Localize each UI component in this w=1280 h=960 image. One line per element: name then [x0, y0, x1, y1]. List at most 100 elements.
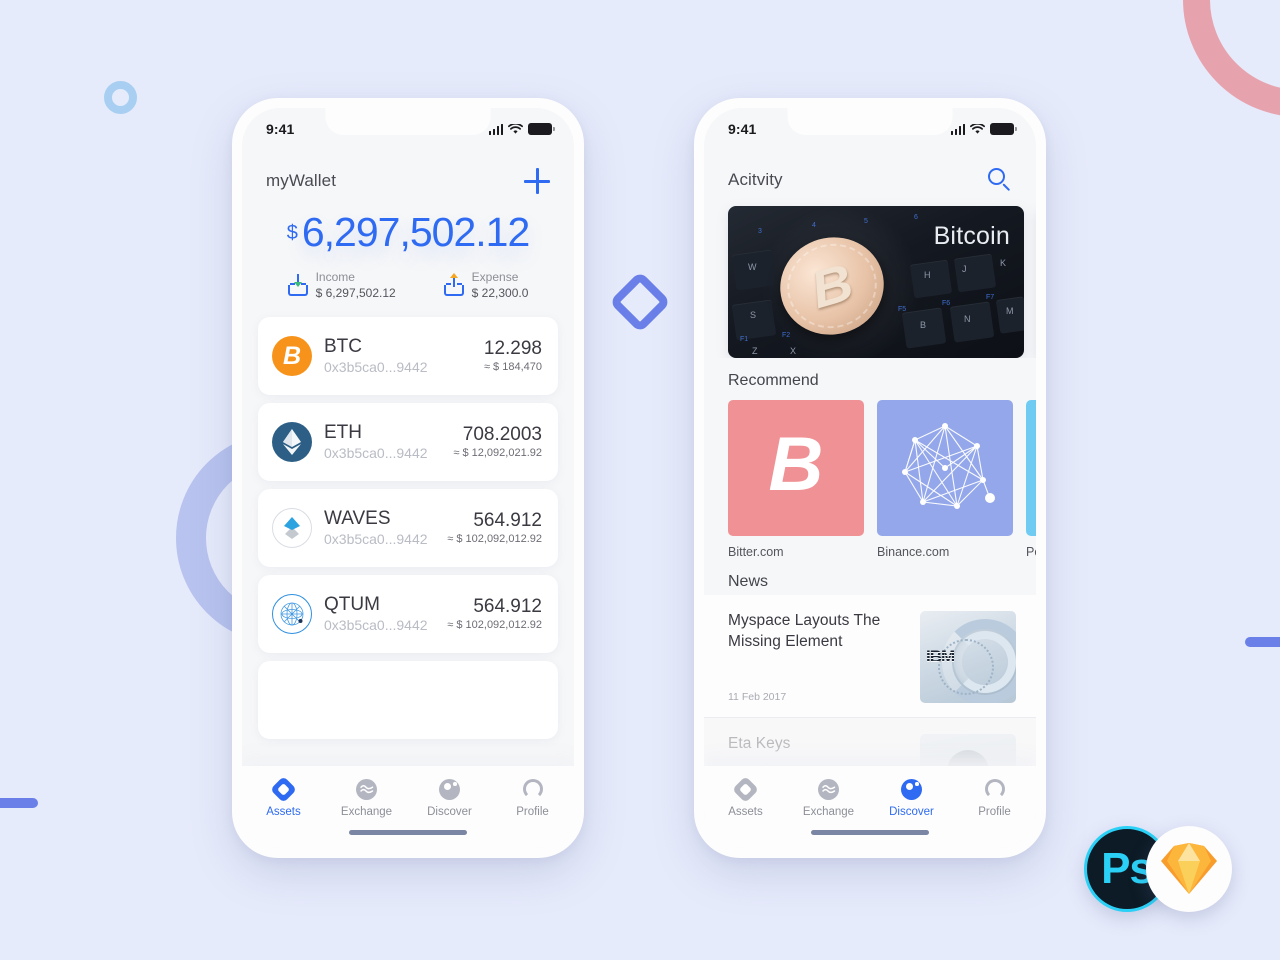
recommend-row[interactable]: B Bitter.com Binance.com P: [704, 390, 1036, 559]
income-value: $ 6,297,502.12: [315, 286, 396, 301]
phone-mockup-wallet: 9:41 myWallet $ 6,297,502.12 Income $ 6,…: [232, 98, 584, 858]
expense-value: $ 22,300.0: [471, 286, 529, 301]
phone-mockup-discover: 9:41 Acitvity W S Z X H J K B N M F1 F2 …: [694, 98, 1046, 858]
assets-diamond-icon: [732, 775, 759, 803]
asset-symbol: WAVES: [324, 507, 391, 529]
news-title: Eta Keys: [728, 735, 791, 752]
search-icon[interactable]: [988, 168, 1012, 192]
asset-quantity: 12.298: [483, 338, 542, 360]
tab-label: Exchange: [802, 806, 855, 818]
income-summary: Income $ 6,297,502.12: [287, 269, 396, 301]
list-item[interactable]: B Bitter.com: [728, 400, 864, 559]
income-download-icon: [287, 274, 308, 297]
table-row[interactable]: QTUM 0x3b5ca0...9442 564.912 ≈ $ 102,092…: [258, 575, 558, 654]
flow-summary-row: Income $ 6,297,502.12 Expense $ 22,300.0: [242, 269, 574, 301]
expense-label: Expense: [471, 270, 519, 284]
expense-upload-icon: [443, 273, 464, 297]
wallet-screen: 9:41 myWallet $ 6,297,502.12 Income $ 6,…: [242, 108, 574, 848]
table-row[interactable]: B BTC 0x3b5ca0...9442 12.298 ≈ $ 184,470: [258, 317, 558, 396]
asset-symbol: ETH: [324, 421, 362, 443]
expense-summary: Expense $ 22,300.0: [443, 269, 529, 301]
qtum-coin-icon: [272, 594, 312, 635]
asset-address: 0x3b5ca0...9442: [324, 616, 428, 633]
profile-person-icon: [522, 778, 544, 800]
tab-label: Assets: [728, 806, 763, 818]
tab-exchange[interactable]: Exchange: [787, 778, 870, 818]
recommend-section-title: Recommend: [728, 372, 819, 389]
bottom-tab-bar-discover: Assets Exchange Discover Profile: [704, 766, 1036, 848]
small-blue-ring-decoration: [104, 81, 137, 114]
tab-label: Discover: [427, 806, 472, 818]
home-indicator[interactable]: [811, 830, 929, 835]
banner-bitcoin[interactable]: W S Z X E H J K B N M F1 F2 F5 F6 F7 3: [728, 206, 1024, 358]
bitcoin-b-icon: B: [728, 400, 864, 536]
table-row-partial[interactable]: [258, 661, 558, 740]
battery-full-icon: [528, 123, 555, 135]
list-item[interactable]: Binance.com: [877, 400, 1013, 559]
network-polygon-icon: [877, 400, 1013, 536]
cellular-signal-icon: [950, 123, 965, 135]
tab-assets[interactable]: Assets: [704, 775, 787, 818]
asset-fiat: ≈ $ 102,092,012.92: [447, 533, 542, 546]
tab-label: Profile: [978, 806, 1011, 818]
tab-exchange[interactable]: Exchange: [325, 778, 408, 818]
table-row[interactable]: ETH 0x3b5ca0...9442 708.2003 ≈ $ 12,092,…: [258, 403, 558, 482]
profile-person-icon: [984, 778, 1006, 800]
discover-header: Acitvity: [704, 150, 1036, 192]
tab-label: Exchange: [340, 806, 393, 818]
exchange-wave-icon: [356, 778, 378, 800]
page-title: Acitvity: [728, 170, 783, 189]
cellular-signal-icon: [488, 123, 503, 135]
asset-symbol: BTC: [324, 335, 362, 357]
tab-assets[interactable]: Assets: [242, 775, 325, 818]
income-label: Income: [315, 270, 355, 284]
tab-profile[interactable]: Profile: [953, 778, 1036, 818]
asset-fiat: ≈ $ 102,092,012.92: [447, 619, 542, 632]
asset-symbol: QTUM: [324, 593, 380, 615]
plus-icon[interactable]: [524, 168, 550, 194]
balance-row: $ 6,297,502.12: [242, 212, 574, 253]
list-item[interactable]: Myspace Layouts The Missing Element 11 F…: [704, 595, 1036, 718]
discover-body: Acitvity W S Z X H J K B N M F1 F2 F5 F6…: [704, 150, 1036, 848]
list-item[interactable]: Poloniex.com: [1026, 400, 1036, 559]
tab-profile[interactable]: Profile: [491, 778, 574, 818]
news-title: Myspace Layouts The Missing Element: [728, 612, 881, 650]
bottom-tab-bar-wallet: Assets Exchange Discover Profile: [242, 766, 574, 848]
exchange-wave-icon: [818, 778, 840, 800]
asset-quantity: 708.2003: [462, 424, 542, 446]
tab-discover[interactable]: Discover: [870, 778, 953, 818]
status-indicators: [488, 123, 555, 135]
discover-dot-icon: [439, 778, 461, 800]
sketch-logo: [1146, 826, 1232, 912]
asset-quantity: 564.912: [473, 510, 542, 532]
asset-fiat: ≈ $ 184,470: [483, 361, 542, 374]
recommend-label: Poloniex.com: [1026, 545, 1036, 559]
tab-label: Profile: [516, 806, 549, 818]
table-row[interactable]: WAVES 0x3b5ca0...9442 564.912 ≈ $ 102,09…: [258, 489, 558, 568]
asset-address: 0x3b5ca0...9442: [324, 530, 428, 547]
news-section-title: News: [728, 573, 769, 590]
background-decoration-layer: [0, 0, 1280, 960]
asset-quantity: 564.912: [473, 596, 542, 618]
status-time: 9:41: [266, 121, 295, 137]
tab-discover[interactable]: Discover: [408, 778, 491, 818]
currency-symbol: $: [286, 222, 298, 244]
discover-screen: 9:41 Acitvity W S Z X H J K B N M F1 F2 …: [704, 108, 1036, 848]
status-bar-discover: 9:41: [704, 108, 1036, 150]
left-bar-decoration: [0, 798, 38, 808]
pink-ring-decoration: [1183, 0, 1280, 117]
discover-dot-icon: [901, 778, 923, 800]
banner-carousel[interactable]: W S Z X E H J K B N M F1 F2 F5 F6 F7 3: [704, 192, 1036, 358]
banner-caption: Bitcoin: [933, 222, 1010, 250]
ethereum-coin-icon: [272, 422, 312, 463]
asset-address: 0x3b5ca0...9442: [324, 358, 428, 375]
sketch-gem-icon: [1161, 843, 1217, 894]
page-title: myWallet: [266, 171, 337, 190]
home-indicator[interactable]: [349, 830, 467, 835]
status-time: 9:41: [728, 121, 757, 137]
wallet-body: myWallet $ 6,297,502.12 Income $ 6,297,5…: [242, 150, 574, 848]
tab-label: Discover: [889, 806, 934, 818]
balance-block: $ 6,297,502.12 Income $ 6,297,502.12 Exp…: [242, 194, 574, 301]
poloniex-icon: [1026, 400, 1036, 536]
wifi-icon: [508, 123, 523, 134]
